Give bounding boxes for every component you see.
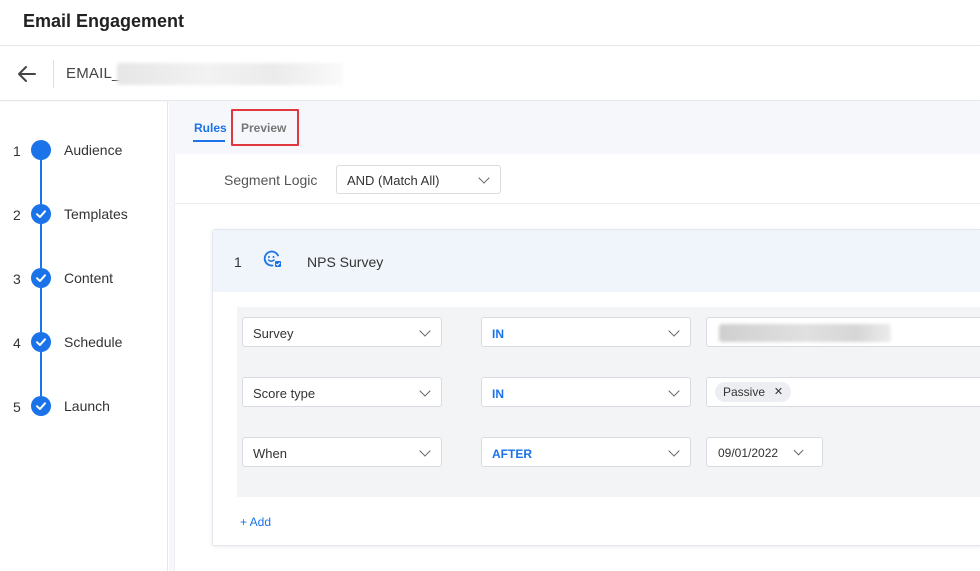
step-content[interactable]: 3 Content [0, 268, 168, 290]
chip-label: Passive [723, 385, 766, 399]
operator-value: AFTER [492, 447, 532, 461]
step-number: 2 [13, 207, 21, 223]
field-value: When [253, 446, 287, 461]
check-icon [31, 268, 51, 288]
back-arrow-icon[interactable] [14, 61, 40, 87]
app-title: Email Engagement [23, 11, 185, 31]
current-step-dot-icon [31, 140, 51, 160]
condition-value-input[interactable] [706, 317, 980, 347]
active-tab-indicator [193, 140, 225, 142]
condition-field-select[interactable]: When [242, 437, 442, 467]
condition-value-input[interactable]: Passive ✕ [706, 377, 980, 407]
step-launch[interactable]: 5 Launch [0, 396, 168, 418]
close-icon[interactable]: ✕ [774, 382, 783, 402]
step-audience[interactable]: 1 Audience [0, 140, 168, 162]
segment-logic-value: AND (Match All) [347, 173, 440, 188]
tab-rules[interactable]: Rules [194, 121, 227, 135]
operator-value: IN [492, 387, 504, 401]
step-connector [40, 288, 42, 332]
chevron-down-icon [668, 445, 680, 457]
tab-bar: Rules Preview [169, 102, 980, 154]
step-label: Templates [64, 206, 128, 222]
email-name: EMAIL_ [66, 65, 121, 82]
condition-operator-select[interactable]: IN [481, 377, 691, 407]
rule-index: 1 [234, 254, 242, 270]
field-value: Survey [253, 326, 294, 341]
step-connector [40, 224, 42, 268]
step-number: 5 [13, 399, 21, 415]
chevron-down-icon [793, 445, 804, 456]
nps-survey-icon [261, 248, 283, 270]
step-label: Content [64, 270, 114, 286]
segment-logic-row: Segment Logic AND (Match All) [175, 154, 980, 204]
rules-panel: Segment Logic AND (Match All) 1 NPS Surv… [174, 154, 980, 571]
redacted-email-name [117, 63, 343, 85]
chevron-down-icon [419, 325, 431, 337]
chevron-down-icon [668, 325, 680, 337]
chevron-down-icon [478, 172, 490, 184]
segment-logic-select[interactable]: AND (Match All) [336, 165, 501, 194]
top-bar: Email Engagement [0, 0, 980, 46]
divider [53, 60, 54, 88]
rule-card-title: NPS Survey [307, 254, 384, 270]
chevron-down-icon [419, 385, 431, 397]
main-content: Rules Preview Segment Logic AND (Match A… [169, 102, 980, 571]
step-label: Audience [64, 142, 123, 158]
rule-card: 1 NPS Survey Survey IN Score type IN Pas… [212, 229, 980, 546]
step-label: Launch [64, 398, 110, 414]
step-templates[interactable]: 2 Templates [0, 204, 168, 226]
value-chip: Passive ✕ [715, 382, 792, 402]
tab-preview[interactable]: Preview [241, 121, 286, 135]
check-icon [31, 204, 51, 224]
step-number: 1 [13, 143, 21, 159]
condition-field-select[interactable]: Score type [242, 377, 442, 407]
field-value: Score type [253, 386, 316, 401]
operator-value: IN [492, 327, 504, 341]
conditions-area: Survey IN Score type IN Passive ✕ When A… [237, 307, 980, 497]
step-connector [40, 160, 42, 204]
chevron-down-icon [419, 445, 431, 457]
step-schedule[interactable]: 4 Schedule [0, 332, 168, 354]
check-icon [31, 332, 51, 352]
sub-header: EMAIL_ [0, 47, 980, 101]
redacted-survey-value [719, 324, 891, 342]
condition-operator-select[interactable]: AFTER [481, 437, 691, 467]
condition-operator-select[interactable]: IN [481, 317, 691, 347]
stepper-sidebar: 1 Audience 2 Templates 3 Content 4 Sched… [0, 102, 168, 571]
segment-logic-label: Segment Logic [224, 172, 318, 188]
add-condition-link[interactable]: + Add [240, 515, 271, 529]
step-number: 3 [13, 271, 21, 287]
step-label: Schedule [64, 334, 123, 350]
condition-field-select[interactable]: Survey [242, 317, 442, 347]
rule-card-header: 1 NPS Survey [213, 230, 980, 292]
date-value: 09/01/2022 [718, 446, 779, 460]
date-picker[interactable]: 09/01/2022 [706, 437, 823, 467]
check-icon [31, 396, 51, 416]
step-connector [40, 352, 42, 396]
chevron-down-icon [668, 385, 680, 397]
step-number: 4 [13, 335, 21, 351]
